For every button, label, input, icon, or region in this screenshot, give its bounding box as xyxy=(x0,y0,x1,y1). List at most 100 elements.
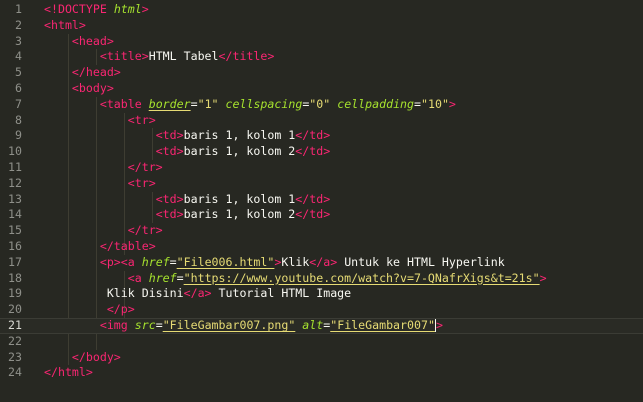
code-token: <table xyxy=(99,96,149,111)
line-number: 4 xyxy=(15,49,22,64)
code-line[interactable]: 13 <td>baris 1, kolom 1</td> xyxy=(0,192,643,208)
code-line[interactable]: 21 <img src="FileGambar007.png" alt="Fil… xyxy=(0,318,643,334)
code-text: <img src="FileGambar007.png" alt="FileGa… xyxy=(44,318,443,333)
code-token: "10" xyxy=(421,96,449,111)
code-text: <td>baris 1, kolom 1</td> xyxy=(44,191,331,208)
code-text: </body> xyxy=(44,350,121,366)
code-text: </tr> xyxy=(44,223,163,239)
code-line[interactable]: 15 </tr> xyxy=(0,223,643,239)
code-line[interactable]: 23 </body> xyxy=(0,350,643,366)
code-token: <td> xyxy=(155,144,184,159)
code-line[interactable]: 14 <td>baris 1, kolom 2</td> xyxy=(0,207,643,223)
code-text: </tr> xyxy=(44,160,163,176)
code-token: Klik Disini xyxy=(44,286,184,301)
code-token: baris 1, kolom 1 xyxy=(183,128,296,143)
code-text: </table> xyxy=(44,239,156,255)
code-token: src xyxy=(134,318,156,332)
code-line[interactable]: 3 <head> xyxy=(0,34,643,50)
code-line[interactable]: 10 <td>baris 1, kolom 2</td> xyxy=(0,144,643,160)
code-token: = xyxy=(155,318,163,332)
code-text: <td>baris 1, kolom 2</td> xyxy=(44,144,331,160)
code-line[interactable]: 17 <p><a href="File006.html">Klik</a> Un… xyxy=(0,255,643,271)
code-token: <body> xyxy=(71,81,114,95)
code-editor[interactable]: 1 <!DOCTYPE html> 2 <html> 3 <head> 4 <title>… xyxy=(0,0,643,402)
line-number: 7 xyxy=(15,96,22,111)
code-text: <tr> xyxy=(44,176,156,192)
code-line[interactable]: 11 </tr> xyxy=(0,160,643,176)
code-token: </td> xyxy=(295,207,331,222)
code-token: </a> xyxy=(309,254,338,269)
code-token: alt xyxy=(302,318,324,332)
code-token: <!DOCTYPE xyxy=(44,2,114,16)
code-text: </head> xyxy=(44,65,121,81)
code-token: </a> xyxy=(183,286,212,301)
code-token: <html> xyxy=(44,17,86,32)
code-line[interactable]: 7 <table border="1" cellspacing="0" cell… xyxy=(0,97,643,113)
code-line[interactable]: 2 <html> xyxy=(0,18,643,34)
code-text: </p> xyxy=(44,302,135,318)
line-number: 9 xyxy=(15,128,22,143)
code-token: = xyxy=(414,96,421,111)
line-number: 23 xyxy=(8,349,22,364)
line-number: 13 xyxy=(8,191,22,206)
code-token: <head> xyxy=(71,33,114,48)
code-token: <img xyxy=(99,318,135,332)
code-token: Tutorial HTML Image xyxy=(211,286,352,301)
code-token: <a xyxy=(120,254,142,269)
line-number: 3 xyxy=(15,33,22,48)
code-line[interactable]: 19 Klik Disini</a> Tutorial HTML Image xyxy=(0,286,643,302)
line-number: 19 xyxy=(8,286,22,301)
code-text: <head> xyxy=(44,34,114,50)
code-token: <a xyxy=(127,270,149,285)
code-line[interactable]: 24 </html> xyxy=(0,365,643,381)
code-line[interactable]: 5 </head> xyxy=(0,65,643,81)
code-text: <!DOCTYPE html> xyxy=(44,2,149,18)
code-line[interactable]: 9 <td>baris 1, kolom 1</td> xyxy=(0,128,643,144)
code-line[interactable]: 18 <a href="https://www.youtube.com/watc… xyxy=(0,271,643,287)
line-number: 17 xyxy=(8,254,22,269)
code-token: baris 1, kolom 2 xyxy=(183,207,296,222)
code-token: cellspacing xyxy=(225,96,303,111)
code-text: <a href="https://www.youtube.com/watch?v… xyxy=(44,271,547,287)
code-token: </table> xyxy=(99,239,156,253)
code-token: baris 1, kolom 1 xyxy=(183,191,296,206)
line-number: 18 xyxy=(8,270,22,285)
code-line[interactable]: 12 <tr> xyxy=(0,176,643,192)
code-text: <tr> xyxy=(44,113,156,129)
code-text: <title>HTML Tabel</title> xyxy=(44,49,275,65)
code-token: </html> xyxy=(44,365,93,380)
line-number: 5 xyxy=(15,65,22,80)
code-token: border xyxy=(148,96,191,111)
code-token: = xyxy=(176,270,184,285)
code-token: "https://www.youtube.com/watch?v=7-QNafr… xyxy=(183,270,540,285)
code-line[interactable]: 6 <body> xyxy=(0,81,643,97)
code-line[interactable]: 4 <title>HTML Tabel</title> xyxy=(0,49,643,65)
code-token: </tr> xyxy=(127,160,163,174)
line-number: 16 xyxy=(8,239,22,253)
code-text: <p><a href="File006.html">Klik</a> Untuk… xyxy=(44,255,505,271)
line-number: 12 xyxy=(8,175,22,190)
code-line[interactable]: 16 </table> xyxy=(0,239,643,255)
code-token: <tr> xyxy=(127,175,156,190)
code-token: cellpadding xyxy=(337,96,415,111)
code-line[interactable]: 1 <!DOCTYPE html> xyxy=(0,2,643,18)
code-line[interactable]: 22 xyxy=(0,334,643,350)
code-line[interactable]: 8 <tr> xyxy=(0,113,643,129)
code-text: <table border="1" cellspacing="0" cellpa… xyxy=(44,97,456,113)
code-token: HTML Tabel xyxy=(148,49,219,64)
code-line[interactable]: 20 </p> xyxy=(0,302,643,318)
code-token: = xyxy=(190,96,198,111)
